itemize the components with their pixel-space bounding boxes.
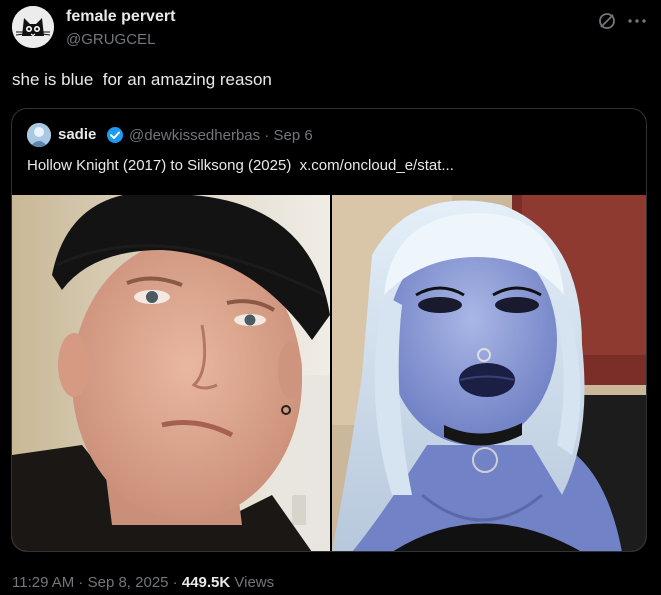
quoted-tweet-text: Hollow Knight (2017) to Silksong (2025) … (27, 157, 454, 174)
quoted-author-avatar[interactable] (27, 123, 51, 147)
media-photo-left[interactable] (12, 195, 330, 551)
tweet-date[interactable]: Sep 8, 2025 (88, 574, 169, 591)
grok-icon[interactable] (596, 10, 618, 32)
dot-separator: · (74, 574, 88, 591)
media-photo-right[interactable] (332, 195, 646, 551)
views-label: Views (230, 574, 275, 591)
photo-left-image (12, 195, 330, 551)
dot-separator: · (168, 574, 182, 591)
quoted-date[interactable]: Sep 6 (273, 127, 312, 144)
views-count[interactable]: 449.5K (182, 574, 230, 591)
quoted-author-name[interactable]: sadie (58, 126, 96, 143)
quoted-handle-line: @dewkissedherbas · Sep 6 (129, 127, 313, 144)
tweet-text: she is blue for an amazing reason (12, 70, 272, 89)
dot-separator: · (260, 127, 274, 144)
verified-badge-icon (107, 127, 123, 143)
author-name[interactable]: female pervert (66, 8, 175, 26)
cat-avatar-icon (12, 6, 54, 48)
tweet-meta: 11:29 AM · Sep 8, 2025 · 449.5K Views (12, 574, 274, 591)
photo-right-image (332, 195, 646, 551)
person-avatar-icon (27, 123, 51, 147)
author-handle[interactable]: @GRUGCEL (66, 31, 155, 48)
author-avatar[interactable] (12, 6, 54, 48)
quoted-author-handle[interactable]: @dewkissedherbas (129, 127, 260, 144)
more-icon[interactable] (626, 10, 648, 32)
quoted-tweet[interactable]: sadie @dewkissedherbas · Sep 6 Hollow Kn… (11, 108, 647, 552)
tweet-time[interactable]: 11:29 AM (12, 574, 74, 591)
